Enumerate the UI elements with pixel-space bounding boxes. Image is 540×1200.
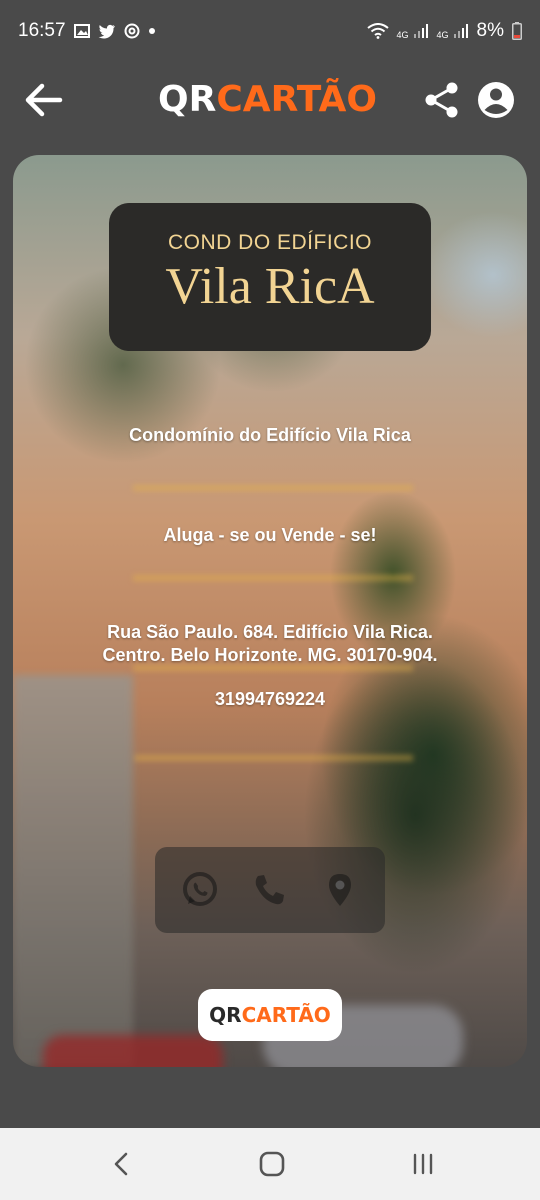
address-line-2: Centro. Belo Horizonte. MG. 30170-904. xyxy=(102,645,438,665)
account-circle-icon xyxy=(478,82,514,118)
brand-name: Vila RicA xyxy=(165,258,375,315)
location-pin-icon xyxy=(329,874,351,906)
location-button[interactable] xyxy=(318,868,362,912)
system-nav-bar xyxy=(0,1128,540,1200)
nav-recents-icon xyxy=(413,1153,433,1175)
contact-actions xyxy=(155,847,385,933)
address-line-1: Rua São Paulo. 684. Edifício Vila Rica. xyxy=(107,622,433,642)
card-address: Rua São Paulo. 684. Edifício Vila Rica. … xyxy=(13,621,527,667)
gallery-icon xyxy=(73,24,90,38)
call-button[interactable] xyxy=(248,868,292,912)
share-button[interactable] xyxy=(422,80,462,120)
nav-back-icon xyxy=(114,1152,128,1176)
app-header: QRCARTÃO xyxy=(0,62,540,140)
logo-cartao-text: CARTÃO xyxy=(216,79,377,120)
card-title: Condomínio do Edifício Vila Rica xyxy=(129,425,411,445)
nav-home-button[interactable] xyxy=(252,1146,292,1182)
brand-logo-box: COND DO EDÍFICIO Vila RicA xyxy=(109,203,431,351)
badge-cartao-text: CARTÃO xyxy=(241,1003,331,1027)
phone-icon xyxy=(255,875,284,905)
qrcartao-badge[interactable]: QR CARTÃO xyxy=(198,989,342,1041)
background-stripe xyxy=(133,575,413,581)
brand-subtitle: COND DO EDÍFICIO xyxy=(167,231,372,254)
nav-back-button[interactable] xyxy=(101,1146,141,1182)
logo-qr-text: QR xyxy=(158,79,217,120)
signal-icon xyxy=(453,23,469,39)
share-icon xyxy=(425,82,458,118)
at-sign-icon xyxy=(124,23,140,39)
wifi-icon xyxy=(366,23,389,39)
status-bar: 16:57 4G 4G 8% xyxy=(0,0,540,62)
battery-percent: 8% xyxy=(476,20,504,41)
background-stripe xyxy=(133,755,413,761)
background-building xyxy=(13,675,133,1067)
card-phone[interactable]: 31994769224 xyxy=(13,689,527,710)
status-time: 16:57 xyxy=(18,20,66,41)
app-logo: QRCARTÃO xyxy=(158,78,377,122)
whatsapp-button[interactable] xyxy=(178,868,222,912)
business-card: COND DO EDÍFICIO Vila RicA Condomínio do… xyxy=(13,155,527,1067)
nav-recents-button[interactable] xyxy=(403,1146,443,1182)
battery-icon xyxy=(512,22,522,40)
back-button[interactable] xyxy=(22,78,66,122)
account-button[interactable] xyxy=(474,78,518,122)
nav-home-icon xyxy=(259,1151,285,1177)
card-tagline: Aluga - se ou Vende - se! xyxy=(163,525,377,545)
background-car xyxy=(43,1035,223,1067)
badge-qr-text: QR xyxy=(209,1003,242,1027)
arrow-left-icon xyxy=(25,83,63,117)
background-stripe xyxy=(133,485,413,491)
network-type-label: 4G xyxy=(436,30,449,40)
twitter-icon xyxy=(98,24,116,39)
network-type-label: 4G xyxy=(396,30,409,40)
whatsapp-icon xyxy=(183,872,217,906)
notification-dot-icon xyxy=(148,27,156,35)
signal-icon xyxy=(413,23,429,39)
